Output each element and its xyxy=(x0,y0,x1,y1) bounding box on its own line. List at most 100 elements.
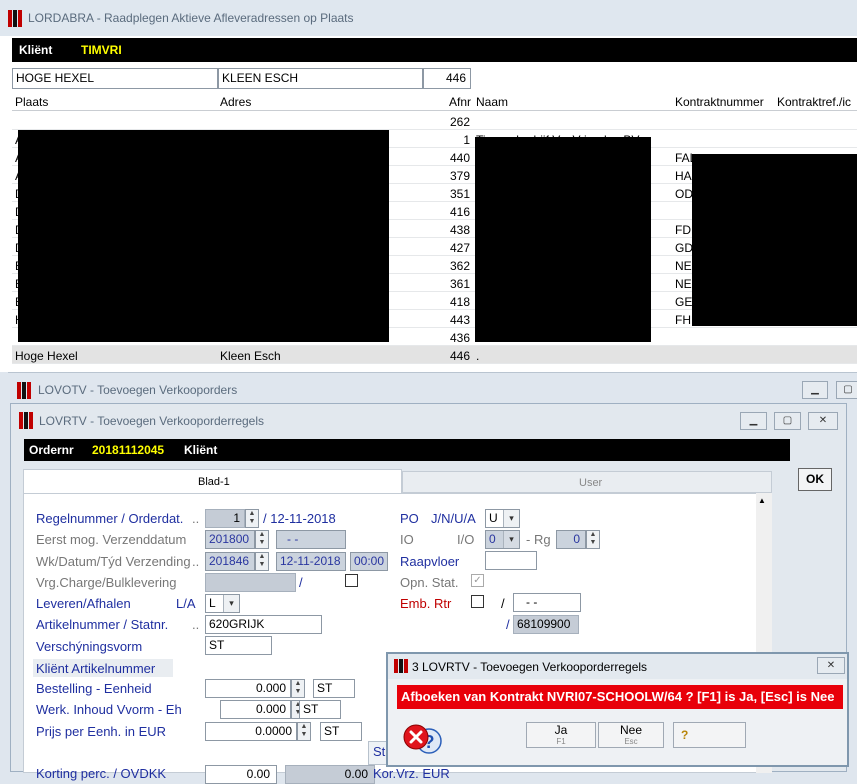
close-button[interactable]: ✕ xyxy=(808,412,838,430)
cell-afnr: 418 xyxy=(449,295,470,309)
rg-stepper[interactable]: ▲ ▼ xyxy=(586,530,600,549)
col-adres[interactable]: Adres xyxy=(220,95,251,109)
emb-slash: / xyxy=(501,596,505,611)
maximize-button[interactable]: ▢ xyxy=(836,381,857,399)
dialog-titlebar[interactable]: 3 LOVRTV - Toevoegen Verkooporderregels … xyxy=(388,654,847,679)
opn-stat-checkbox[interactable]: ✓ xyxy=(471,574,484,587)
po-label: PO xyxy=(400,511,419,526)
table-row[interactable]: 262 xyxy=(12,112,857,130)
regelnummer-input[interactable]: 1 xyxy=(205,509,245,528)
io-select[interactable]: 0 ▾ xyxy=(485,530,520,549)
filter-plaats-input[interactable]: HOGE HEXEL xyxy=(12,68,218,89)
table-row[interactable]: Hoge Hexel Kleen Esch 446. xyxy=(12,346,857,364)
filter-adres-input[interactable]: KLEEN ESCH xyxy=(218,68,423,89)
cell-afnr: 438 xyxy=(449,223,470,237)
po-value: U xyxy=(489,511,498,525)
col-kontraktref[interactable]: Kontraktref./ic xyxy=(777,95,851,109)
la-value: L xyxy=(209,596,216,610)
vrg-slash: / xyxy=(299,575,303,590)
wk-input[interactable]: 201846 xyxy=(205,552,255,571)
eerst-label: Eerst mog. Verzenddatum xyxy=(36,532,187,547)
ja-button[interactable]: Ja F1 xyxy=(526,722,596,748)
col-plaats[interactable]: Plaats xyxy=(15,95,48,109)
bulklevering-checkbox[interactable] xyxy=(345,574,358,587)
cell-naam: . xyxy=(476,349,480,363)
verschijning-input[interactable]: ST xyxy=(205,636,272,655)
raapvloer-input[interactable] xyxy=(485,551,537,570)
po-select[interactable]: U ▾ xyxy=(485,509,520,528)
ok-label: OK xyxy=(806,472,824,486)
minimize-button[interactable]: ▁ xyxy=(802,381,828,399)
kor-vrz-label: Kor.Vrz. EUR xyxy=(373,766,450,781)
emb-rtr-label: Emb. Rtr xyxy=(400,596,452,611)
wk-stepper[interactable]: ▲ ▼ xyxy=(255,552,269,571)
nee-button[interactable]: Nee Esc xyxy=(598,722,664,748)
regelnummer-label: Regelnummer / Orderdat. xyxy=(36,511,184,526)
eerst-stepper[interactable]: ▲ ▼ xyxy=(255,530,269,549)
cell-plaats: Hoge Hexel xyxy=(15,349,78,363)
emb-rtr-checkbox[interactable] xyxy=(471,595,484,608)
io-sub-label: I/O xyxy=(457,532,475,547)
cell-afnr: 427 xyxy=(449,241,470,255)
bestelling-label: Bestelling - Eenheid xyxy=(36,681,152,696)
korting-input-2[interactable]: 0.00 xyxy=(285,765,375,784)
prijs-label: Prijs per Eenh. in EUR xyxy=(36,724,167,739)
redacted-area xyxy=(692,154,857,326)
bestelling-input[interactable]: 0.000 xyxy=(205,679,291,698)
cell-afnr: 440 xyxy=(449,151,470,165)
col-afnr[interactable]: Afnr xyxy=(449,95,471,109)
emb-input[interactable]: - - xyxy=(513,593,581,612)
scroll-up-icon[interactable]: ▲ xyxy=(758,496,766,505)
help-button[interactable]: ? xyxy=(673,722,746,748)
order-bar: Ordernr 20181112045 Kliënt xyxy=(24,439,790,461)
bestelling-stepper[interactable]: ▲ ▼ xyxy=(291,679,305,698)
ordernr-value: 20181112045 xyxy=(92,443,165,457)
minimize-button[interactable]: ▁ xyxy=(740,412,767,430)
chevron-down-icon[interactable]: ▾ xyxy=(503,510,519,527)
regelnummer-stepper[interactable]: ▲ ▼ xyxy=(245,509,259,528)
werk-unit-input[interactable]: ST xyxy=(299,700,341,719)
dialog-title: 3 LOVRTV - Toevoegen Verkooporderregels xyxy=(412,660,648,674)
col-kontraktnummer[interactable]: Kontraktnummer xyxy=(675,95,764,109)
cell-afnr: 1 xyxy=(463,133,470,147)
artikelnummer-input[interactable]: 620GRIJK xyxy=(205,615,322,634)
cell-afnr: 362 xyxy=(449,259,470,273)
chevron-down-icon[interactable]: ▾ xyxy=(503,531,519,548)
cell-afnr: 416 xyxy=(449,205,470,219)
prijs-unit-input[interactable]: ST xyxy=(320,722,362,741)
rg-input[interactable]: 0 xyxy=(556,530,586,549)
wk-time-input[interactable]: 00:00 xyxy=(350,552,388,571)
prijs-stepper[interactable]: ▲ ▼ xyxy=(297,722,311,741)
client-value: TIMVRI xyxy=(81,43,122,57)
werk-label: Werk. Inhoud Vvorm - Eh xyxy=(36,702,182,717)
ok-button[interactable]: OK xyxy=(798,468,832,491)
orderdat-value: / 12-11-2018 xyxy=(263,511,336,526)
opn-stat-label: Opn. Stat. xyxy=(400,575,459,590)
bestelling-unit-input[interactable]: ST xyxy=(313,679,355,698)
dialog-message-bar: Afboeken van Kontrakt NVRI07-SCHOOLW/64 … xyxy=(397,685,843,709)
statnr-input[interactable]: 68109900 xyxy=(513,615,579,634)
wk-date-input[interactable]: 12-11-2018 xyxy=(276,552,346,571)
dialog-close-button[interactable]: ✕ xyxy=(817,657,845,674)
maximize-button[interactable]: ▢ xyxy=(774,412,801,430)
regelnummer-dots: .. xyxy=(192,511,200,526)
eerst-input[interactable]: 201800 xyxy=(205,530,255,549)
tab-blad-1[interactable]: Blad-1 xyxy=(23,469,402,494)
eerst-date-input[interactable]: - - xyxy=(276,530,346,549)
chevron-down-icon[interactable]: ▾ xyxy=(223,595,239,612)
filter-afnr-input[interactable]: 446 xyxy=(423,68,471,89)
tab-user[interactable]: User xyxy=(402,471,772,493)
vrg-input[interactable] xyxy=(205,573,296,592)
prijs-input[interactable]: 0.0000 xyxy=(205,722,297,741)
cell-afnr: 361 xyxy=(449,277,470,291)
lordabra-window: LORDABRA - Raadplegen Aktieve Afleveradr… xyxy=(0,0,857,372)
werk-input[interactable]: 0.000 xyxy=(220,700,291,719)
korting-input[interactable]: 0.00 xyxy=(205,765,277,784)
wk-label: Wk/Datum/Týd Verzending xyxy=(36,554,191,569)
la-select[interactable]: L ▾ xyxy=(205,594,240,613)
col-naam[interactable]: Naam xyxy=(476,95,508,109)
nee-label: Nee xyxy=(619,723,642,737)
lordabra-title: LORDABRA - Raadplegen Aktieve Afleveradr… xyxy=(28,11,354,25)
klient-artikel-label: Kliënt Artikelnummer xyxy=(36,661,156,676)
lordabra-titlebar[interactable]: LORDABRA - Raadplegen Aktieve Afleveradr… xyxy=(0,0,857,36)
